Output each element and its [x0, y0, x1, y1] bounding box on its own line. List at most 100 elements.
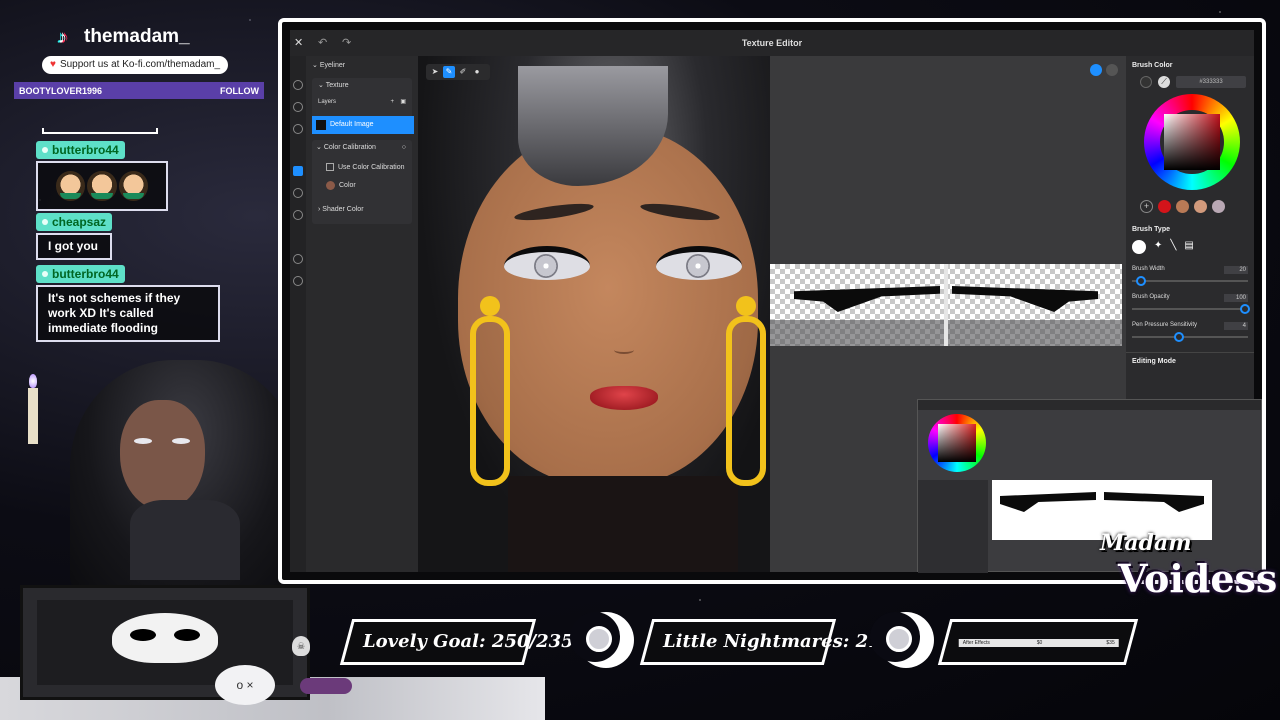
- nightmares-goal-text: Little Nightmares: 21/10: [663, 631, 913, 652]
- eyeliner-stroke-left: [794, 286, 940, 312]
- section-eyeliner[interactable]: ⌄ Eyeliner: [312, 60, 414, 72]
- channel-brand: ♪ themadam_: [58, 26, 190, 48]
- popup-color-wheel[interactable]: [928, 414, 986, 472]
- chat-bubble: I got you: [36, 233, 112, 260]
- 2d-mode-icon[interactable]: [1090, 64, 1102, 76]
- window-title: Texture Editor: [741, 38, 803, 48]
- rail-tool-icon[interactable]: [293, 80, 303, 90]
- rail-tool-icon[interactable]: [293, 124, 303, 134]
- rail-tool-icon[interactable]: [293, 188, 303, 198]
- texture-brush-icon[interactable]: ▤: [1184, 240, 1193, 254]
- emote-row: [48, 167, 156, 205]
- select-tool-icon[interactable]: ➤: [429, 66, 441, 78]
- shader-row[interactable]: › Shader Color: [318, 204, 408, 216]
- round-brush-icon[interactable]: [1132, 240, 1146, 254]
- follow-label: FOLLOW: [220, 85, 259, 96]
- mask-icon: [112, 613, 218, 663]
- line-brush-icon[interactable]: ╲: [1170, 240, 1176, 254]
- rail-tool-icon[interactable]: [293, 210, 303, 220]
- pen-tool-icon[interactable]: ✐: [457, 66, 469, 78]
- layer-default-image[interactable]: Default Image: [312, 116, 414, 134]
- latest-follower-name: BOOTYLOVER1996: [19, 85, 103, 96]
- texture-canvas[interactable]: [770, 264, 1122, 346]
- fill-tool-icon[interactable]: ●: [471, 66, 483, 78]
- 3d-mode-icon[interactable]: [1106, 64, 1118, 76]
- chat-username: butterbro44: [52, 267, 119, 281]
- cushion: [300, 678, 352, 694]
- support-text: Support us at Ko-fi.com/themadam_: [59, 59, 221, 70]
- pen-pressure-label: Pen Pressure Sensitivity: [1132, 322, 1198, 328]
- current-color-swatch[interactable]: [1140, 76, 1152, 88]
- moon-icon: [570, 612, 634, 668]
- chat-divider: [42, 128, 158, 134]
- eyeliner-stroke-right: [952, 286, 1098, 312]
- use-calibration-row[interactable]: Use Color Calibration: [326, 162, 408, 174]
- 3d-viewport[interactable]: ➤ ✎ ✐ ●: [418, 56, 770, 572]
- latest-follower-bar: BOOTYLOVER1996 FOLLOW: [14, 82, 264, 99]
- popup-eyeliner-left: [1000, 492, 1096, 512]
- rail-brush-icon[interactable]: [293, 166, 303, 176]
- texture-editor-window: ✕ ↶ ↷ Texture Editor ⌄ Eyeliner ⌄ Textur…: [290, 30, 1262, 573]
- properties-panel: ⌄ Eyeliner ⌄ Texture Layers + ▣ Default Im…: [306, 56, 418, 572]
- kofi-support-pill[interactable]: ♥ Support us at Ko-fi.com/themadam_: [42, 56, 229, 74]
- rail-tool-icon[interactable]: [293, 102, 303, 112]
- layer-thumbnail: [316, 120, 326, 130]
- brush-color-title: Brush Color: [1132, 62, 1173, 69]
- avatar-outfit: [130, 500, 240, 580]
- preset-swatch[interactable]: [1212, 200, 1225, 213]
- use-calibration-label: Use Color Calibration: [338, 164, 405, 171]
- mask-eye: [130, 629, 156, 641]
- progress-current: $0: [1036, 640, 1043, 646]
- rail-tool-icon[interactable]: [293, 276, 303, 286]
- eyedropper-icon[interactable]: ⟋: [1158, 76, 1170, 88]
- texture-header[interactable]: ⌄ Texture: [318, 80, 408, 92]
- hex-input[interactable]: #333333: [1176, 76, 1246, 88]
- brush-opacity-slider[interactable]: [1132, 304, 1250, 314]
- soft-brush-icon[interactable]: ✦: [1154, 240, 1162, 254]
- use-calibration-checkbox[interactable]: [326, 163, 334, 172]
- color-swatch[interactable]: [326, 180, 335, 190]
- mask-eye: [174, 629, 200, 641]
- popup-titlebar: [918, 400, 1261, 410]
- pen-pressure-slider[interactable]: [1132, 332, 1248, 342]
- brush-tool-icon[interactable]: ✎: [443, 66, 455, 78]
- add-swatch-icon[interactable]: +: [1140, 200, 1153, 213]
- chat-message: butterbro44 It's not schemes if they wor…: [36, 264, 220, 342]
- slider-knob[interactable]: [1174, 332, 1184, 342]
- tiktok-icon: ♪: [58, 27, 67, 47]
- rail-tool-icon[interactable]: [293, 254, 303, 264]
- color-row[interactable]: Color: [326, 180, 408, 192]
- avatar-eye: [172, 438, 190, 444]
- lovely-goal-text: Lovely Goal: 250/235: [363, 631, 574, 652]
- avatar-face: [120, 400, 205, 510]
- brush-width-slider[interactable]: [1132, 276, 1248, 286]
- chat-username-badge: cheapsaz: [36, 213, 113, 231]
- calibration-header[interactable]: ⌄ Color Calibration ○: [316, 142, 408, 154]
- tool-rail: [290, 56, 306, 572]
- chat-username-badge: butterbro44: [36, 265, 125, 283]
- preset-swatch[interactable]: [1176, 200, 1189, 213]
- progress-label: After Effects: [962, 640, 990, 646]
- brush-type-title: Brush Type: [1132, 226, 1170, 233]
- section-title: Eyeliner: [319, 62, 346, 69]
- preset-swatch[interactable]: [1158, 200, 1171, 213]
- editing-mode-title: Editing Mode: [1132, 358, 1176, 365]
- brush-opacity-value[interactable]: 100: [1224, 294, 1248, 302]
- slider-knob[interactable]: [1136, 276, 1146, 286]
- add-layer-icon[interactable]: +: [390, 96, 394, 108]
- brush-width-value[interactable]: 20: [1224, 266, 1248, 274]
- model-eye-left: [504, 246, 590, 280]
- slider-knob[interactable]: [1240, 304, 1250, 314]
- chat-bubble: [36, 161, 168, 211]
- user-badge-icon: [42, 271, 48, 277]
- secondary-paint-app[interactable]: [917, 399, 1262, 573]
- view-mode-toggle: [1090, 64, 1118, 76]
- saturation-square[interactable]: [1164, 114, 1220, 170]
- model-lips: [590, 386, 658, 410]
- layer-name: Default Image: [330, 121, 374, 128]
- image-icon[interactable]: ▣: [400, 96, 406, 108]
- nightmares-goal-bar: Little Nightmares: 21/10: [639, 619, 913, 665]
- preset-swatch[interactable]: [1194, 200, 1207, 213]
- pen-pressure-value[interactable]: 4: [1224, 322, 1248, 330]
- popup-eyeliner-right: [1104, 492, 1204, 512]
